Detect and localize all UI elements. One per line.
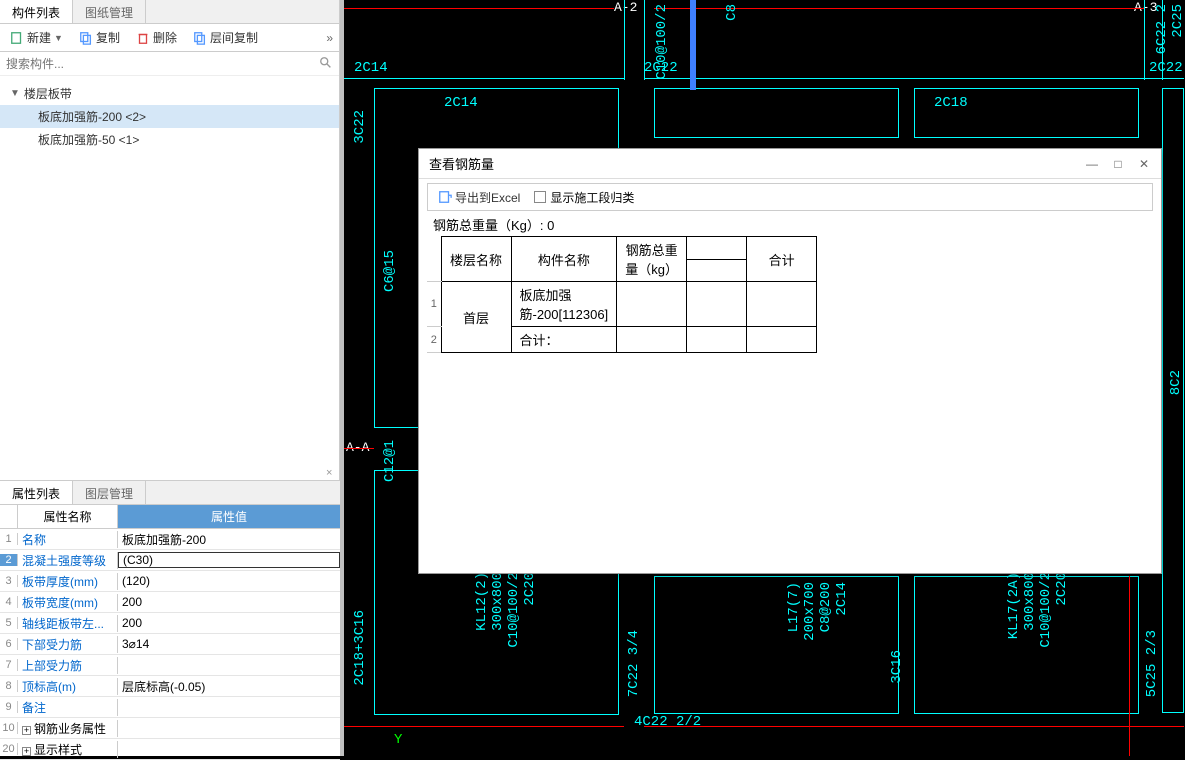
prop-row[interactable]: 4板带宽度(mm)200 xyxy=(0,592,340,613)
cad-label: C10@100/2 xyxy=(654,4,670,80)
toolbar-more[interactable]: » xyxy=(326,31,333,45)
cell-floor: 首层 xyxy=(441,282,511,353)
cad-label: 2C25 xyxy=(1170,4,1185,38)
prop-row[interactable]: 20+显示样式 xyxy=(0,739,340,760)
new-icon xyxy=(10,31,24,45)
prop-row[interactable]: 8顶标高(m)层底标高(-0.05) xyxy=(0,676,340,697)
prop-row[interactable]: 6下部受力筋3⌀14 xyxy=(0,634,340,655)
floor-copy-button[interactable]: 层间复制 xyxy=(189,27,262,48)
table-caption: 钢筋总重量（Kg）: 0 xyxy=(427,213,1153,236)
y-axis-label: Y xyxy=(394,732,402,748)
maximize-button[interactable]: □ xyxy=(1111,157,1125,171)
delete-button[interactable]: 删除 xyxy=(132,27,181,48)
prop-row[interactable]: 9备注 xyxy=(0,697,340,718)
prop-row[interactable]: 7上部受力筋 xyxy=(0,655,340,676)
th-component: 构件名称 xyxy=(511,237,617,282)
dialog-titlebar[interactable]: 查看钢筋量 — □ ✕ xyxy=(419,149,1161,179)
copy-icon xyxy=(79,31,93,45)
component-tree: ▼ 楼层板带 板底加强筋-200 <2> 板底加强筋-50 <1> xyxy=(0,76,339,157)
properties-panel: × 属性列表 图层管理 属性名称 属性值 1名称板底加强筋-2002混凝土强度等… xyxy=(0,480,340,756)
th-total: 合计 xyxy=(747,237,817,282)
tree-root[interactable]: ▼ 楼层板带 xyxy=(0,82,339,105)
prop-header-value: 属性值 xyxy=(118,505,340,528)
th-floor: 楼层名称 xyxy=(441,237,511,282)
export-excel-button[interactable]: 导出到Excel xyxy=(434,187,524,208)
checkbox-icon xyxy=(534,191,546,203)
copy-button[interactable]: 复制 xyxy=(75,27,124,48)
tree-item-1[interactable]: 板底加强筋-200 <2> xyxy=(0,105,339,128)
tab-layers[interactable]: 图层管理 xyxy=(73,481,146,504)
new-button[interactable]: 新建 ▼ xyxy=(6,27,67,48)
prop-header-name: 属性名称 xyxy=(18,505,118,528)
prop-row[interactable]: 2混凝土强度等级(C30) xyxy=(0,550,340,571)
tab-components[interactable]: 构件列表 xyxy=(0,0,73,23)
prop-header: 属性名称 属性值 xyxy=(0,505,340,529)
close-button[interactable]: ✕ xyxy=(1137,157,1151,171)
search-icon[interactable] xyxy=(319,56,333,73)
cad-label: 4C22 2/2 xyxy=(634,714,701,730)
cad-label: 2C14 xyxy=(354,60,388,76)
cad-label: 5C25 2/3 xyxy=(1144,630,1160,697)
prop-close-icon[interactable]: × xyxy=(326,467,338,479)
cad-label: 3C22 xyxy=(352,110,368,144)
tree-item-2[interactable]: 板底加强筋-50 <1> xyxy=(0,128,339,151)
component-tabs: 构件列表 图纸管理 xyxy=(0,0,339,24)
cad-label: 2C22 xyxy=(1149,60,1183,76)
rebar-table: 楼层名称 构件名称 钢筋总重量（kg） 合计 1 首层 板底加强筋-200[11… xyxy=(427,236,817,353)
prop-row[interactable]: 5轴线距板带左...200 xyxy=(0,613,340,634)
prop-row[interactable]: 3板带厚度(mm)(120) xyxy=(0,571,340,592)
cad-label: 2C18+3C16 xyxy=(352,610,368,686)
axis-a2: A-2 xyxy=(614,0,637,15)
table-row: 1 首层 板底加强筋-200[112306] xyxy=(427,282,817,327)
tab-properties[interactable]: 属性列表 xyxy=(0,481,73,504)
component-toolbar: 新建 ▼ 复制 删除 层间复制 » xyxy=(0,24,339,52)
cell-component: 板底加强筋-200[112306] xyxy=(511,282,617,327)
show-section-checkbox[interactable]: 显示施工段归类 xyxy=(534,189,634,206)
caret-icon: ▼ xyxy=(10,88,20,99)
tab-drawings[interactable]: 图纸管理 xyxy=(73,0,146,23)
cad-label: C8 xyxy=(724,4,740,21)
rebar-dialog: 查看钢筋量 — □ ✕ 导出到Excel 显示施工段归类 钢筋总重量（Kg）: … xyxy=(418,148,1162,574)
th-weight: 钢筋总重量（kg） xyxy=(617,237,687,282)
floor-copy-icon xyxy=(193,31,207,45)
cell-total-label: 合计： xyxy=(511,327,617,353)
prop-row[interactable]: 10+钢筋业务属性 xyxy=(0,718,340,739)
prop-row[interactable]: 1名称板底加强筋-200 xyxy=(0,529,340,550)
search-input[interactable] xyxy=(0,52,339,75)
dialog-title: 查看钢筋量 xyxy=(429,154,1085,173)
minimize-button[interactable]: — xyxy=(1085,157,1099,171)
cad-label: 7C22 3/4 xyxy=(626,630,642,697)
delete-icon xyxy=(136,31,150,45)
export-icon xyxy=(438,190,452,204)
th-blank xyxy=(687,237,747,260)
